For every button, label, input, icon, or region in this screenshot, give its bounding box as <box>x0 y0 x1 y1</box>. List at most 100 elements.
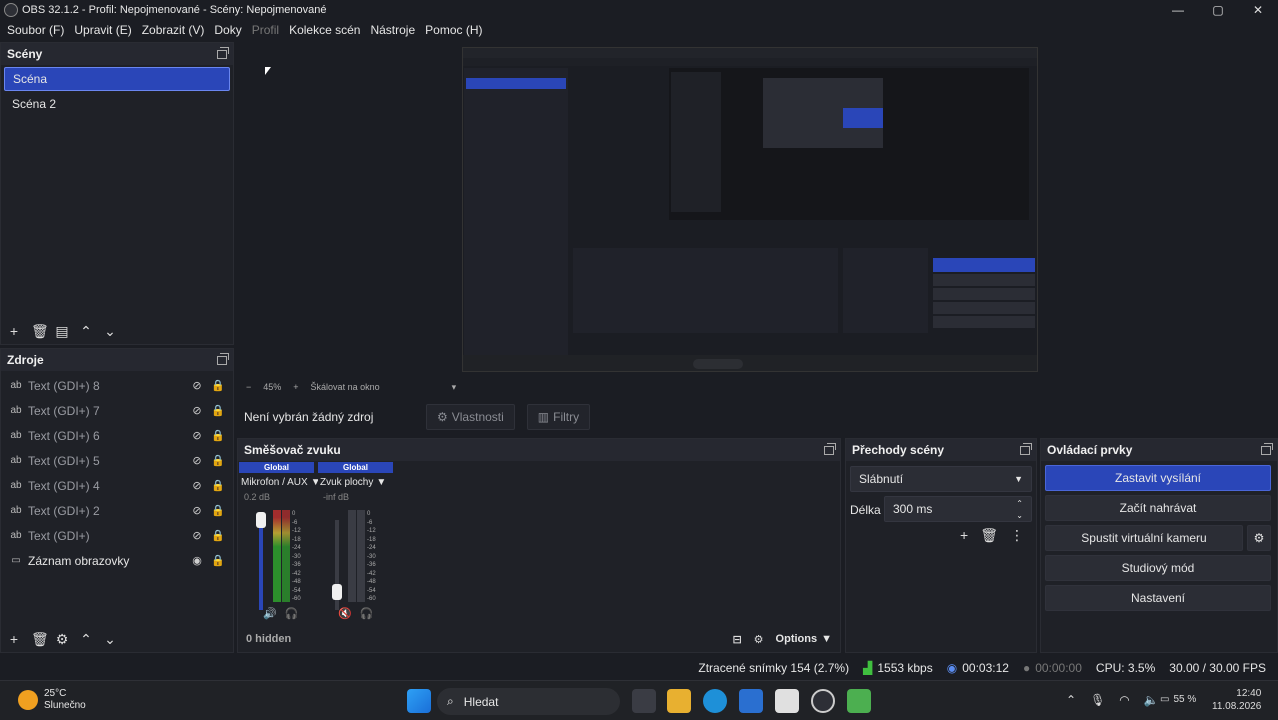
start-recording-button[interactable]: Začít nahrávat <box>1045 495 1271 521</box>
chevron-up-icon[interactable]: ⌃ <box>1066 693 1076 707</box>
weather-widget[interactable]: 25°C Slunečno <box>18 688 86 712</box>
source-item[interactable]: ab Text (GDI+) 6 ⊘ 🔒 <box>1 423 233 448</box>
stop-streaming-button[interactable]: Zastavit vysílání <box>1045 465 1271 491</box>
headphones-icon[interactable]: 🎧 <box>285 607 299 620</box>
hidden-eye-icon[interactable]: ⊘ <box>190 479 204 492</box>
store-icon[interactable] <box>775 689 799 713</box>
studio-mode-button[interactable]: Studiový mód <box>1045 555 1271 581</box>
eye-icon[interactable]: ◉ <box>190 554 204 567</box>
zoom-in-icon[interactable]: + <box>293 382 298 392</box>
minimize-button[interactable]: — <box>1158 0 1198 20</box>
volume-slider-handle[interactable] <box>256 512 266 528</box>
source-item[interactable]: ab Text (GDI+) ⊘ 🔒 <box>1 523 233 548</box>
maximize-button[interactable]: ▢ <box>1198 0 1238 20</box>
obs-taskbar-icon[interactable] <box>811 689 835 713</box>
lock-icon[interactable]: 🔒 <box>211 454 225 467</box>
lock-icon[interactable]: 🔒 <box>211 479 225 492</box>
start-virtual-camera-button[interactable]: Spustit virtuální kameru <box>1045 525 1243 551</box>
source-item[interactable]: ab Text (GDI+) 5 ⊘ 🔒 <box>1 448 233 473</box>
hidden-eye-icon[interactable]: ⊘ <box>190 404 204 417</box>
zoom-out-icon[interactable]: − <box>246 382 251 392</box>
hidden-eye-icon[interactable]: ⊘ <box>190 529 204 542</box>
speaker-muted-icon[interactable]: 🔇 <box>338 607 352 620</box>
lock-icon[interactable]: 🔒 <box>211 554 225 567</box>
filter-icon[interactable]: ▤ <box>55 324 69 338</box>
taskbar-search[interactable]: ⌕ Hledat <box>437 688 620 715</box>
mail-icon[interactable] <box>739 689 763 713</box>
scale-select[interactable]: Škálovat na okno <box>311 382 380 392</box>
add-icon[interactable]: + <box>7 632 21 646</box>
trash-icon[interactable]: 🗑 <box>980 527 998 544</box>
hidden-eye-icon[interactable]: ⊘ <box>190 454 204 467</box>
preview-canvas[interactable] <box>462 47 1038 372</box>
add-icon[interactable]: + <box>7 324 21 338</box>
settings-button[interactable]: Nastavení <box>1045 585 1271 611</box>
virtual-camera-settings-button[interactable]: ⚙ <box>1247 525 1271 551</box>
transition-select[interactable]: Slábnutí ▼ <box>850 466 1032 492</box>
move-up-icon[interactable]: ⌃ <box>79 324 93 338</box>
menu-scene-collection[interactable]: Kolekce scén <box>284 20 365 41</box>
windows-start-icon[interactable] <box>407 689 431 713</box>
channel-name[interactable]: Zvuk plochy ▼ <box>318 473 393 492</box>
undock-icon[interactable] <box>824 442 836 455</box>
menu-edit[interactable]: Upravit (E) <box>69 20 136 41</box>
trash-icon[interactable]: 🗑 <box>31 632 49 646</box>
spin-arrows-icon[interactable]: ⌃ ⌄ <box>1016 498 1023 522</box>
scene-item[interactable]: Scéna 2 <box>4 93 230 117</box>
more-icon[interactable]: ⋮ <box>1010 527 1024 544</box>
source-item[interactable]: ab Text (GDI+) 4 ⊘ 🔒 <box>1 473 233 498</box>
lock-icon[interactable]: 🔒 <box>211 404 225 417</box>
volume-slider-handle[interactable] <box>332 584 342 600</box>
source-item[interactable]: ab Text (GDI+) 7 ⊘ 🔒 <box>1 398 233 423</box>
filters-button[interactable]: ▥ Filtry <box>526 404 591 430</box>
clock[interactable]: 12:40 11.08.2026 <box>1212 687 1261 713</box>
task-view-icon[interactable] <box>632 689 656 713</box>
lock-icon[interactable]: 🔒 <box>211 429 225 442</box>
headphones-icon[interactable]: 🎧 <box>360 607 374 620</box>
channel-name[interactable]: Mikrofon / AUX ▼ <box>239 473 321 492</box>
source-item[interactable]: ab Text (GDI+) 2 ⊘ 🔒 <box>1 498 233 523</box>
undock-icon[interactable] <box>217 46 229 59</box>
move-down-icon[interactable]: ⌄ <box>103 632 117 646</box>
hidden-eye-icon[interactable]: ⊘ <box>190 379 204 392</box>
source-item[interactable]: ▭ Záznam obrazovky ◉ 🔒 <box>1 548 233 573</box>
trash-icon[interactable]: 🗑 <box>31 324 49 338</box>
gear-icon[interactable]: ⚙ <box>55 632 69 646</box>
edge-browser-icon[interactable] <box>703 689 727 713</box>
properties-button[interactable]: ⚙ Vlastnosti <box>426 404 515 430</box>
layout-icon[interactable]: ⊟ <box>732 633 741 646</box>
chevron-down-icon[interactable]: ▾ <box>452 382 457 393</box>
volume-icon[interactable]: 🔈 <box>1144 693 1159 707</box>
microphone-icon[interactable]: 🎙 <box>1090 693 1105 707</box>
volume-slider-track[interactable] <box>259 520 263 610</box>
undock-icon[interactable] <box>1261 442 1273 455</box>
speaker-icon[interactable]: 🔊 <box>263 607 277 620</box>
battery-indicator[interactable]: ▭ 55 % <box>1160 694 1196 705</box>
add-icon[interactable]: + <box>960 527 968 544</box>
scene-item[interactable]: Scéna <box>4 67 230 91</box>
undock-icon[interactable] <box>1020 442 1032 455</box>
menu-view[interactable]: Zobrazit (V) <box>137 20 210 41</box>
lock-icon[interactable]: 🔒 <box>211 504 225 517</box>
minecraft-icon[interactable] <box>847 689 871 713</box>
wifi-icon[interactable]: ◠ <box>1119 693 1129 707</box>
menu-docks[interactable]: Doky <box>209 20 246 41</box>
source-item[interactable]: ab Text (GDI+) 8 ⊘ 🔒 <box>1 373 233 398</box>
options-button[interactable]: Options ▼ <box>776 633 832 645</box>
menu-profile[interactable]: Profil <box>247 20 284 41</box>
move-down-icon[interactable]: ⌄ <box>103 324 117 338</box>
undock-icon[interactable] <box>217 352 229 365</box>
hidden-eye-icon[interactable]: ⊘ <box>190 504 204 517</box>
menu-file[interactable]: Soubor (F) <box>2 20 69 41</box>
chevron-down-icon[interactable]: ▼ <box>376 477 386 488</box>
menu-tools[interactable]: Nástroje <box>365 20 420 41</box>
duration-spinbox[interactable]: 300 ms ⌃ ⌄ <box>884 496 1032 522</box>
close-button[interactable]: ✕ <box>1238 0 1278 20</box>
menu-help[interactable]: Pomoc (H) <box>420 20 487 41</box>
move-up-icon[interactable]: ⌃ <box>79 632 93 646</box>
file-explorer-icon[interactable] <box>667 689 691 713</box>
lock-icon[interactable]: 🔒 <box>211 379 225 392</box>
hidden-eye-icon[interactable]: ⊘ <box>190 429 204 442</box>
lock-icon[interactable]: 🔒 <box>211 529 225 542</box>
advanced-audio-icon[interactable]: ⚙ <box>754 633 764 646</box>
